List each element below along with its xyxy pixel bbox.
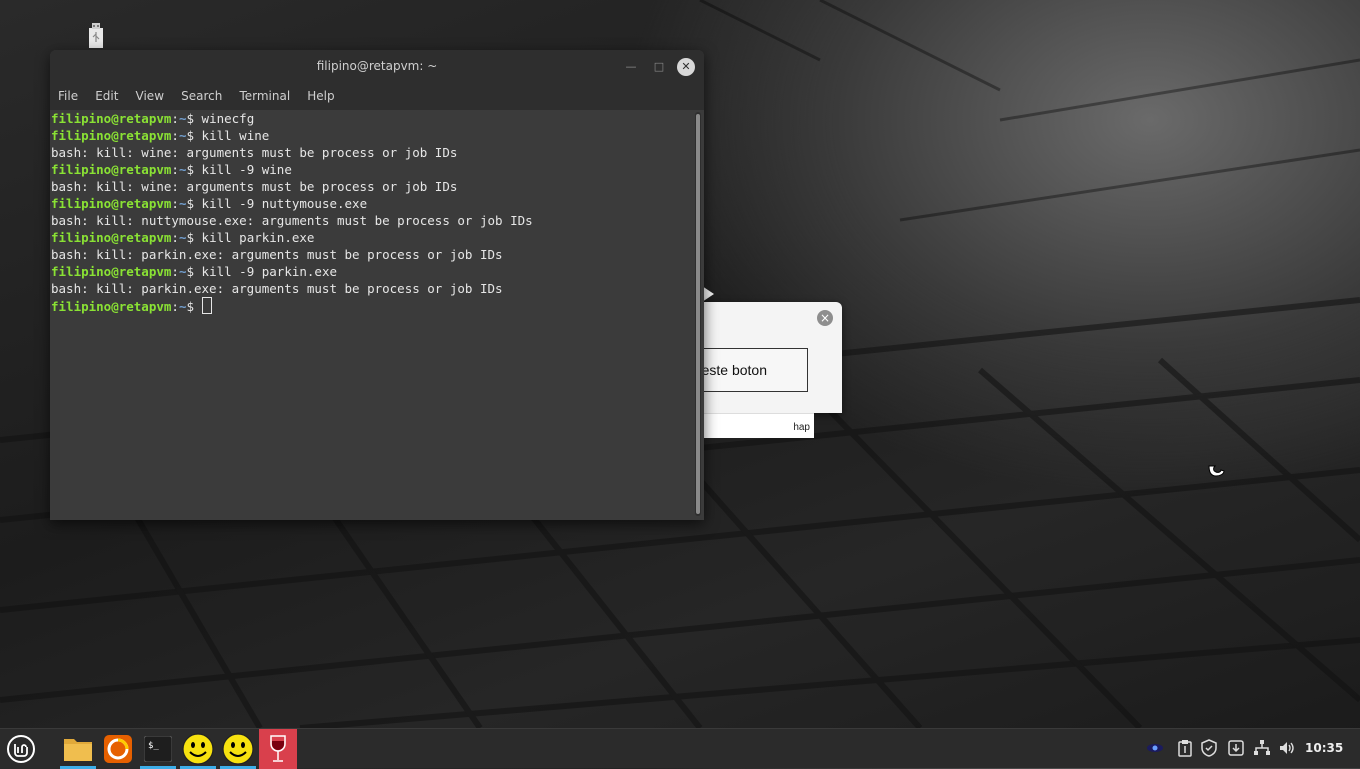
terminal-window[interactable]: filipino@retapvm: ~ — □ ✕ File Edit View… — [50, 50, 704, 520]
eye-icon[interactable] — [1146, 739, 1164, 757]
command-text: kill wine — [201, 128, 270, 143]
prompt-dollar: $ — [186, 162, 202, 177]
text-cursor — [201, 297, 212, 314]
window-title: filipino@retapvm: ~ — [316, 59, 438, 73]
smiley-icon[interactable] — [180, 731, 216, 769]
wine-dialog: × este boton — [690, 302, 842, 413]
terminal-icon[interactable]: $_ — [140, 731, 176, 769]
dialog-button[interactable]: este boton — [690, 348, 808, 392]
terminal-output[interactable]: filipino@retapvm:~$ winecfg filipino@reta… — [50, 110, 694, 520]
menu-file[interactable]: File — [58, 84, 78, 108]
menu-view[interactable]: View — [136, 84, 164, 108]
mint-menu-icon[interactable] — [3, 731, 39, 767]
prompt-separator: : — [171, 111, 179, 126]
terminal-output-line: bash: kill: wine: arguments must be proc… — [51, 145, 458, 160]
prompt-separator: : — [171, 230, 179, 245]
terminal-output-line: bash: kill: nuttymouse.exe: arguments mu… — [51, 213, 533, 228]
command-text: kill -9 parkin.exe — [201, 264, 338, 279]
prompt-user: filipino@retapvm — [51, 264, 172, 279]
prompt-user: filipino@retapvm — [51, 111, 172, 126]
usb-drive-icon[interactable] — [86, 22, 106, 48]
prompt-separator: : — [171, 264, 179, 279]
terminal-output-line: bash: kill: parkin.exe: arguments must b… — [51, 281, 503, 296]
menu-search[interactable]: Search — [181, 84, 222, 108]
prompt-dollar: $ — [186, 264, 202, 279]
command-text: kill parkin.exe — [201, 230, 315, 245]
command-text: winecfg — [201, 111, 255, 126]
prompt-dollar: $ — [186, 230, 202, 245]
menu-bar: File Edit View Search Terminal Help — [50, 84, 704, 110]
terminal-command-line: filipino@retapvm:~$ — [50, 297, 694, 314]
terminal-output-line: bash: kill: parkin.exe: arguments must b… — [51, 247, 503, 262]
minimize-icon[interactable]: — — [622, 58, 640, 76]
maximize-icon[interactable]: □ — [650, 58, 668, 76]
terminal-command-line: filipino@retapvm:~$ kill -9 nuttymouse.e… — [50, 195, 694, 212]
prompt-separator: : — [171, 128, 179, 143]
menu-terminal[interactable]: Terminal — [239, 84, 290, 108]
firefox-icon[interactable] — [100, 731, 136, 767]
prompt-user: filipino@retapvm — [51, 299, 172, 314]
terminal-output-line: bash: kill: wine: arguments must be proc… — [51, 179, 458, 194]
files-icon[interactable] — [60, 731, 96, 769]
prompt-user: filipino@retapvm — [51, 162, 172, 177]
prompt-separator: : — [171, 299, 179, 314]
prompt-dollar: $ — [186, 299, 202, 314]
update-icon[interactable] — [1227, 739, 1245, 757]
menu-edit[interactable]: Edit — [95, 84, 118, 108]
dialog-close-button[interactable]: × — [817, 310, 833, 326]
dialog-strip-label: hap — [793, 422, 810, 433]
prompt-user: filipino@retapvm — [51, 128, 172, 143]
network-icon[interactable] — [1253, 739, 1271, 757]
terminal-command-line: filipino@retapvm:~$ kill -9 wine — [50, 161, 694, 178]
terminal-command-line: filipino@retapvm:~$ kill parkin.exe — [50, 229, 694, 246]
clipboard-icon[interactable] — [1176, 739, 1194, 757]
close-icon[interactable]: ✕ — [677, 58, 695, 76]
terminal-command-line: filipino@retapvm:~$ winecfg — [50, 110, 694, 127]
prompt-dollar: $ — [186, 111, 202, 126]
clock[interactable]: 10:35 — [1305, 741, 1343, 755]
wine-icon[interactable] — [259, 729, 297, 769]
prompt-user: filipino@retapvm — [51, 196, 172, 211]
terminal-command-line: filipino@retapvm:~$ kill -9 parkin.exe — [50, 263, 694, 280]
scrollbar-thumb[interactable] — [696, 114, 700, 514]
menu-help[interactable]: Help — [307, 84, 334, 108]
terminal-titlebar[interactable]: filipino@retapvm: ~ — □ ✕ — [50, 50, 704, 84]
smiley-icon[interactable] — [220, 731, 256, 769]
terminal-scrollbar[interactable] — [695, 112, 701, 516]
shield-icon[interactable] — [1200, 739, 1218, 757]
prompt-dollar: $ — [186, 196, 202, 211]
prompt-user: filipino@retapvm — [51, 230, 172, 245]
prompt-dollar: $ — [186, 128, 202, 143]
taskbar: $_ 10:35 — [0, 728, 1360, 769]
mouse-pointer-icon — [1207, 462, 1227, 480]
prompt-separator: : — [171, 162, 179, 177]
command-text: kill -9 wine — [201, 162, 292, 177]
dialog-status-strip: hap — [690, 413, 814, 438]
prompt-separator: : — [171, 196, 179, 211]
terminal-command-line: filipino@retapvm:~$ kill wine — [50, 127, 694, 144]
volume-icon[interactable] — [1278, 739, 1296, 757]
svg-text:$_: $_ — [148, 741, 159, 751]
command-text: kill -9 nuttymouse.exe — [201, 196, 368, 211]
